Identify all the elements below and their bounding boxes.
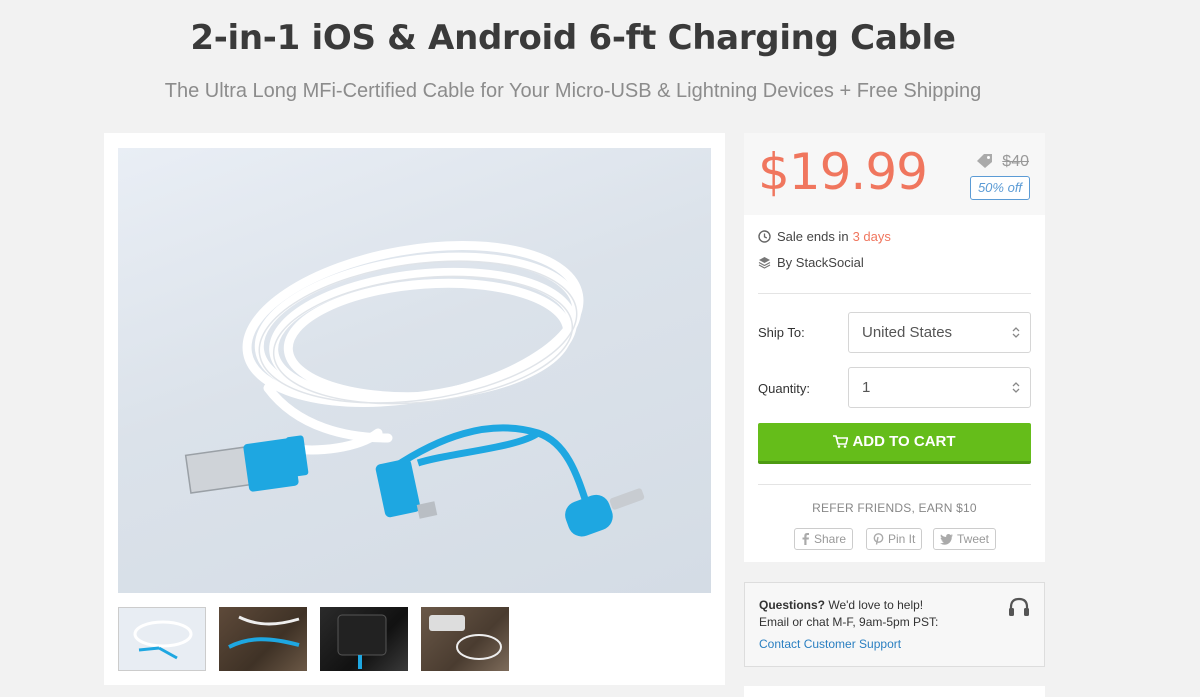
pin-label: Pin It — [888, 532, 916, 546]
sale-price: $19.99 — [758, 143, 928, 201]
next-panel — [744, 686, 1045, 697]
product-gallery — [104, 133, 725, 685]
quantity-label: Quantity: — [758, 381, 811, 396]
main-product-photo[interactable] — [118, 148, 711, 593]
ship-to-value: United States — [862, 324, 953, 341]
pinterest-share-button[interactable]: Pin It — [866, 528, 923, 550]
divider — [758, 484, 1031, 485]
refer-friends-link[interactable]: REFER FRIENDS, EARN $10 — [744, 501, 1045, 515]
add-to-cart-button[interactable]: ADD TO CART — [758, 423, 1031, 464]
customer-support-box: Questions? We'd love to help! Email or c… — [744, 582, 1045, 667]
twitter-share-button[interactable]: Tweet — [933, 528, 997, 550]
seller-name: By StackSocial — [777, 255, 864, 270]
tweet-label: Tweet — [957, 532, 990, 546]
quantity-value: 1 — [862, 379, 871, 396]
headset-icon — [1009, 597, 1029, 616]
thumbnail-4[interactable] — [421, 607, 509, 671]
divider — [758, 293, 1031, 294]
questions-heading: Questions? — [759, 598, 826, 612]
ship-to-label: Ship To: — [758, 325, 805, 340]
tag-icon — [977, 154, 992, 168]
support-hours: Email or chat M-F, 9am-5pm PST: — [759, 615, 939, 629]
quantity-select[interactable]: 1 — [848, 367, 1031, 408]
ship-to-select[interactable]: United States — [848, 312, 1031, 353]
contact-support-link[interactable]: Contact Customer Support — [759, 637, 901, 651]
price-header: $19.99 $40 50% off — [744, 133, 1045, 215]
sale-ends-row: Sale ends in 3 days — [758, 229, 891, 244]
facebook-icon — [802, 533, 809, 545]
twitter-icon — [940, 533, 953, 545]
select-arrows-icon — [1012, 382, 1020, 393]
cart-icon — [833, 435, 849, 448]
thumbnail-3[interactable] — [320, 607, 408, 671]
add-to-cart-label: ADD TO CART — [852, 433, 956, 450]
thumbnail-2[interactable] — [219, 607, 307, 671]
layers-icon — [758, 257, 771, 269]
seller-row: By StackSocial — [758, 255, 864, 270]
questions-text: We'd love to help! — [825, 598, 924, 612]
questions-line: Questions? We'd love to help! — [759, 598, 923, 612]
share-label: Share — [814, 532, 847, 546]
sale-ends-value: 3 days — [852, 229, 891, 244]
pinterest-icon — [873, 533, 884, 545]
facebook-share-button[interactable]: Share — [794, 528, 854, 550]
clock-icon — [758, 230, 771, 243]
purchase-panel: $19.99 $40 50% off Sale ends in 3 days B… — [744, 133, 1045, 562]
select-arrows-icon — [1012, 327, 1020, 338]
product-title: 2-in-1 iOS & Android 6-ft Charging Cable — [190, 18, 956, 58]
discount-badge: 50% off — [970, 176, 1030, 200]
original-price: $40 — [1002, 153, 1029, 170]
thumbnail-1[interactable] — [118, 607, 206, 671]
sale-ends-label: Sale ends in — [777, 229, 849, 244]
product-subtitle: The Ultra Long MFi-Certified Cable for Y… — [164, 80, 982, 102]
